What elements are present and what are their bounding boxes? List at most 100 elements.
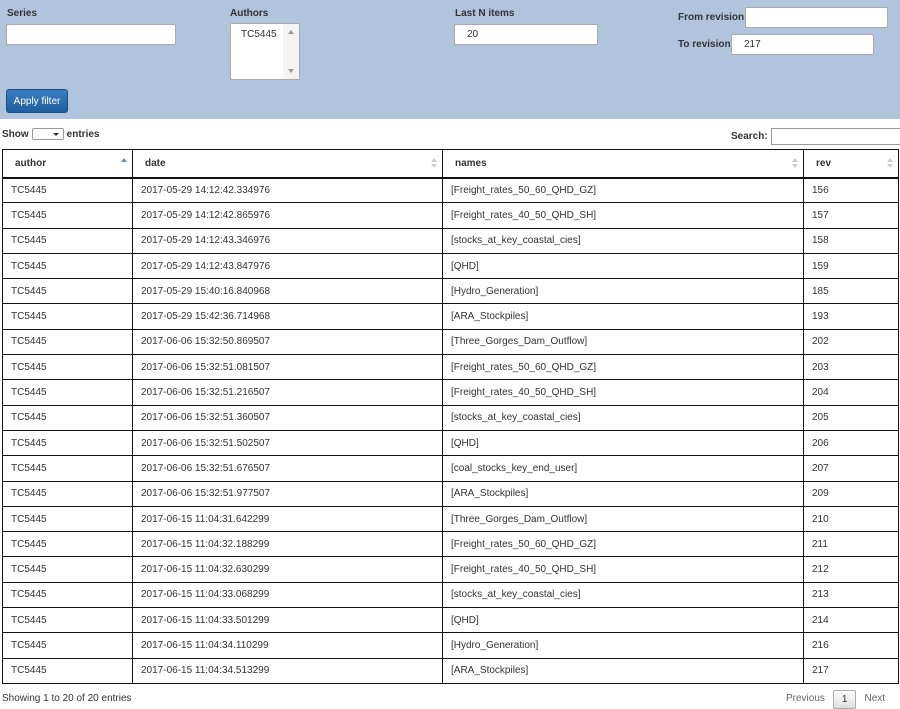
cell-rev: 212 xyxy=(803,556,899,583)
cell-names: [Three_Gorges_Dam_Outflow] xyxy=(442,505,804,533)
cell-author: TC5445 xyxy=(2,505,133,533)
cell-names: [Hydro_Generation] xyxy=(442,632,804,659)
from-revision-input[interactable] xyxy=(745,7,888,28)
cell-rev: 210 xyxy=(803,505,899,533)
last-n-input[interactable] xyxy=(454,24,598,45)
entries-label: entries xyxy=(66,128,100,140)
cell-date: 2017-05-29 14:12:42.334976 xyxy=(132,176,443,204)
cell-rev: 211 xyxy=(803,531,899,558)
series-label: Series xyxy=(7,8,38,19)
authors-listbox[interactable]: TC5445 xyxy=(230,23,300,80)
cell-rev: 185 xyxy=(803,278,899,305)
column-header-names[interactable]: names xyxy=(442,149,804,179)
cell-names: [Freight_rates_50_60_QHD_GZ] xyxy=(442,354,804,381)
search-input[interactable] xyxy=(770,128,900,145)
page-1-button[interactable]: 1 xyxy=(832,690,857,709)
cell-author: TC5445 xyxy=(2,379,133,406)
table-row: TC5445 2017-06-15 11:04:33.068299 [stocks_… xyxy=(2,581,899,609)
cell-names: [coal_stocks_key_end_user] xyxy=(442,455,804,482)
search-label: Search: xyxy=(731,131,768,142)
cell-names: [Freight_rates_50_60_QHD_GZ] xyxy=(442,176,804,204)
cell-names: [Freight_rates_40_50_QHD_SH] xyxy=(442,202,804,229)
sort-icon xyxy=(887,158,893,170)
cell-names: [Hydro_Generation] xyxy=(442,278,804,305)
cell-names: [stocks_at_key_coastal_cies] xyxy=(442,227,804,254)
cell-date: 2017-06-06 15:32:51.977507 xyxy=(132,480,443,507)
cell-author: TC5445 xyxy=(2,429,133,457)
cell-names: [ARA_Stockpiles] xyxy=(442,657,804,684)
apply-filter-button[interactable]: Apply filter xyxy=(6,89,68,113)
cell-names: [QHD] xyxy=(442,607,804,634)
cell-author: TC5445 xyxy=(2,657,133,684)
last-n-label: Last N items xyxy=(455,8,515,19)
cell-author: TC5445 xyxy=(2,404,133,431)
cell-author: TC5445 xyxy=(2,176,133,204)
cell-names: [ARA_Stockpiles] xyxy=(442,480,804,507)
listbox-scrollbar[interactable] xyxy=(283,24,299,79)
cell-author: TC5445 xyxy=(2,202,133,229)
cell-date: 2017-06-15 11:04:34.513299 xyxy=(132,657,443,684)
cell-date: 2017-05-29 14:12:42.865976 xyxy=(132,202,443,229)
cell-rev: 217 xyxy=(803,657,899,684)
cell-names: [stocks_at_key_coastal_cies] xyxy=(442,404,804,431)
cell-date: 2017-06-06 15:32:51.676507 xyxy=(132,455,443,482)
table-row: TC5445 2017-06-15 11:04:33.501299 [QHD] 214 xyxy=(2,607,899,634)
table-row: TC5445 2017-06-06 15:32:51.676507 [coal_st… xyxy=(2,455,899,482)
cell-author: TC5445 xyxy=(2,278,133,305)
entries-length-select[interactable] xyxy=(31,128,64,140)
series-input[interactable] xyxy=(6,24,176,45)
previous-button[interactable]: Previous xyxy=(778,690,833,709)
table-row: TC5445 2017-06-06 15:32:51.081507 [Freight… xyxy=(2,354,899,381)
cell-names: [Three_Gorges_Dam_Outflow] xyxy=(442,328,804,356)
table-row: TC5445 2017-05-29 15:40:16.840968 [Hydro_G… xyxy=(2,278,899,305)
cell-rev: 207 xyxy=(803,455,899,482)
scroll-down-arrow-icon[interactable] xyxy=(288,69,294,73)
sort-icon xyxy=(431,158,437,170)
cell-rev: 214 xyxy=(803,607,899,634)
table-row: TC5445 2017-06-06 15:32:51.977507 [ARA_Sto… xyxy=(2,480,899,507)
cell-names: [QHD] xyxy=(442,429,804,457)
cell-date: 2017-06-06 15:32:51.502507 xyxy=(132,429,443,457)
cell-author: TC5445 xyxy=(2,354,133,381)
cell-author: TC5445 xyxy=(2,252,133,280)
cell-rev: 193 xyxy=(803,303,899,330)
table-row: TC5445 2017-05-29 14:12:42.865976 [Freight… xyxy=(2,202,899,229)
cell-rev: 159 xyxy=(803,252,899,280)
chevron-down-icon xyxy=(52,133,59,136)
length-control: Show entries xyxy=(2,128,99,140)
authors-option[interactable]: TC5445 xyxy=(241,29,277,40)
table-row: TC5445 2017-06-15 11:04:32.188299 [Freight… xyxy=(2,531,899,558)
cell-names: [Freight_rates_40_50_QHD_SH] xyxy=(442,556,804,583)
table-row: TC5445 2017-06-15 11:04:34.110299 [Hydro_G… xyxy=(2,632,899,659)
cell-author: TC5445 xyxy=(2,607,133,634)
sort-icon xyxy=(792,158,798,170)
table-row: TC5445 2017-06-15 11:04:32.630299 [Freight… xyxy=(2,556,899,583)
to-revision-input[interactable] xyxy=(731,34,874,55)
pagination: Previous 1 Next xyxy=(778,690,893,709)
filter-panel: Series Authors TC5445 Last N items From … xyxy=(0,0,900,119)
show-label: Show xyxy=(2,128,29,140)
column-header-rev[interactable]: rev xyxy=(803,149,899,179)
cell-date: 2017-06-06 15:32:51.216507 xyxy=(132,379,443,406)
from-revision-label: From revision xyxy=(678,12,745,23)
cell-date: 2017-06-06 15:32:50.869507 xyxy=(132,328,443,356)
table-row: TC5445 2017-05-29 14:12:43.847976 [QHD] 159 xyxy=(2,252,899,280)
cell-date: 2017-05-29 15:42:36.714968 xyxy=(132,303,443,330)
column-header-date[interactable]: date xyxy=(132,149,443,179)
cell-rev: 202 xyxy=(803,328,899,356)
cell-author: TC5445 xyxy=(2,455,133,482)
column-header-author[interactable]: author xyxy=(2,149,133,179)
revisions-table: author date names rev TC5445 2017-05-29 1… xyxy=(2,149,899,684)
table-row: TC5445 2017-06-06 15:32:50.869507 [Three_G… xyxy=(2,328,899,356)
table-row: TC5445 2017-06-15 11:04:31.642299 [Three_G… xyxy=(2,505,899,533)
to-revision-label: To revision xyxy=(678,39,731,50)
cell-date: 2017-06-15 11:04:33.068299 xyxy=(132,581,443,609)
table-row: TC5445 2017-05-29 14:12:42.334976 [Freight… xyxy=(2,176,899,204)
cell-names: [Freight_rates_50_60_QHD_GZ] xyxy=(442,531,804,558)
table-row: TC5445 2017-05-29 14:12:43.346976 [stocks_… xyxy=(2,227,899,254)
cell-date: 2017-06-06 15:32:51.360507 xyxy=(132,404,443,431)
next-button[interactable]: Next xyxy=(856,690,893,709)
authors-label: Authors xyxy=(230,8,269,19)
scroll-up-arrow-icon[interactable] xyxy=(288,30,294,34)
cell-author: TC5445 xyxy=(2,303,133,330)
